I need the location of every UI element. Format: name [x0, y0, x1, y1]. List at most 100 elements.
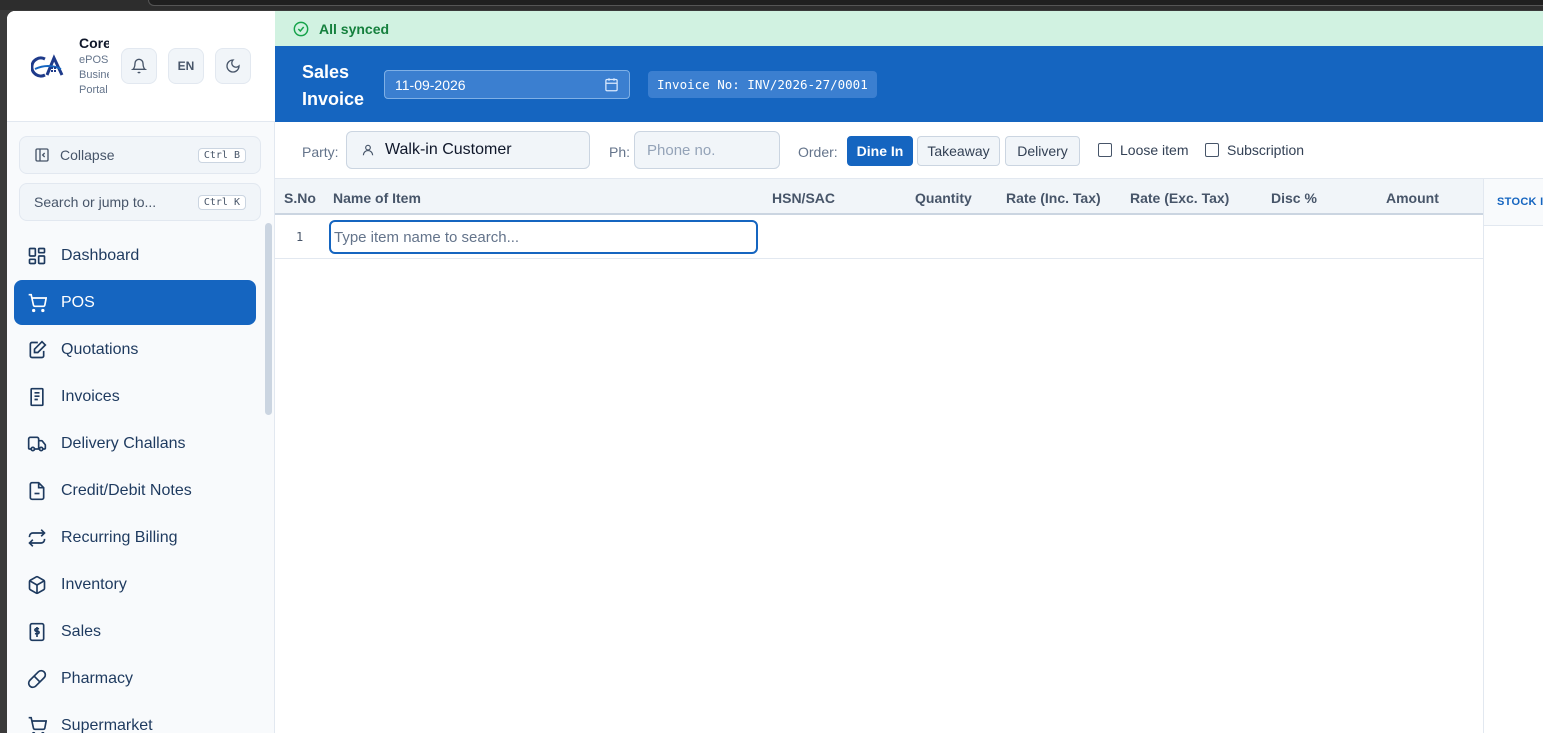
sidebar-item-supermarket[interactable]: Supermarket — [14, 703, 256, 733]
item-search-input[interactable] — [329, 220, 758, 254]
column-header: Quantity — [915, 190, 972, 206]
box-icon — [28, 575, 46, 594]
column-header: Name of Item — [333, 190, 421, 206]
collapse-sidebar-button[interactable]: Collapse Ctrl B — [19, 136, 261, 174]
row-serial: 1 — [296, 230, 304, 244]
order-delivery-button[interactable]: Delivery — [1005, 136, 1080, 166]
theme-toggle-button[interactable] — [215, 48, 251, 84]
browser-top-strip — [0, 0, 1543, 10]
order-label: Order: — [798, 144, 838, 160]
party-select[interactable]: Walk-in Customer — [346, 131, 590, 169]
column-header: Amount — [1386, 190, 1439, 206]
collapse-label: Collapse — [60, 147, 115, 163]
column-header: Rate (Exc. Tax) — [1130, 190, 1230, 206]
loose-item-label: Loose item — [1120, 142, 1189, 158]
sidebar-item-label: POS — [61, 293, 95, 311]
sync-status-text: All synced — [319, 20, 390, 37]
column-header: HSN/SAC — [772, 190, 836, 206]
user-icon — [362, 144, 374, 156]
subscription-label: Subscription — [1227, 142, 1305, 158]
column-header: Rate (Inc. Tax) — [1006, 190, 1101, 206]
cart-icon — [28, 293, 47, 312]
sidebar-item-sales[interactable]: Sales — [14, 609, 256, 654]
sidebar-item-dashboard[interactable]: Dashboard — [14, 233, 256, 278]
sidebar-item-invoices[interactable]: Invoices — [14, 374, 256, 419]
cart-icon — [28, 716, 47, 733]
sidebar-item-label: Supermarket — [61, 716, 153, 733]
browser-tab-edge — [148, 0, 1543, 6]
checkbox-box[interactable] — [1098, 143, 1112, 157]
checkbox-box[interactable] — [1205, 143, 1219, 157]
sidebar-item-quotations[interactable]: Quotations — [14, 327, 256, 372]
brand-sub-line: ePOS — [79, 54, 109, 66]
check-circle-icon — [293, 21, 309, 36]
sidebar-item-label: Invoices — [61, 387, 120, 405]
column-header: Disc % — [1271, 190, 1317, 206]
jump-search-button[interactable]: Search or jump to... Ctrl K — [19, 183, 261, 221]
sidebar-item-label: Pharmacy — [61, 669, 134, 687]
truck-icon — [27, 436, 47, 451]
sidebar-scrollbar[interactable] — [265, 223, 272, 415]
stock-items-tab[interactable]: STOCK ITEMS — [1484, 179, 1543, 226]
page-title: Sales Invoice — [302, 59, 364, 113]
main-content: All synced Sales Invoice 11-09-2026 Invo… — [275, 11, 1543, 733]
phone-input[interactable] — [634, 131, 780, 169]
sidebar-item-pharmacy[interactable]: Pharmacy — [14, 656, 256, 701]
invoice-date-field[interactable]: 11-09-2026 — [384, 70, 630, 99]
notifications-button[interactable] — [121, 48, 157, 84]
brand-subtitle: ePOS Business Portal — [79, 53, 109, 98]
order-takeaway-button[interactable]: Takeaway — [917, 136, 1000, 166]
invoice-date-value: 11-09-2026 — [395, 76, 466, 93]
language-button[interactable]: EN — [168, 48, 204, 84]
sidebar-item-pos[interactable]: POS — [14, 280, 256, 325]
sidebar-item-recurring-billing[interactable]: Recurring Billing — [14, 515, 256, 560]
app-window: Core ePOS Business Portal EN Collapse Ct… — [7, 11, 1543, 733]
sidebar-item-inventory[interactable]: Inventory — [14, 562, 256, 607]
party-label: Party: — [302, 144, 339, 160]
party-bar: Party: Walk-in Customer Ph: Order: Dine … — [275, 122, 1543, 179]
bell-icon — [131, 58, 147, 74]
sidebar-collapse-icon — [35, 148, 49, 162]
sidebar-item-label: Inventory — [61, 575, 127, 593]
search-label: Search or jump to... — [34, 194, 157, 210]
sidebar-item-credit-debit-notes[interactable]: Credit/Debit Notes — [14, 468, 256, 513]
shortcut-badge: Ctrl B — [197, 147, 246, 163]
sidebar-item-label: Quotations — [61, 340, 139, 358]
sidebar-item-label: Recurring Billing — [61, 528, 178, 546]
sidebar-item-label: Delivery Challans — [61, 434, 186, 452]
page-title-line: Sales — [302, 62, 350, 82]
items-table-header: S.No Name of Item HSN/SAC Quantity Rate … — [275, 179, 1483, 215]
phone-label: Ph: — [609, 144, 631, 160]
sidebar-item-label: Sales — [61, 622, 102, 640]
invoice-number-badge: Invoice No: INV/2026-27/0001 — [648, 71, 877, 98]
moon-icon — [226, 59, 240, 73]
dollar-icon — [29, 622, 45, 641]
calendar-icon[interactable] — [604, 77, 619, 92]
invoice-header: Sales Invoice 11-09-2026 Invoice No: INV… — [275, 46, 1543, 122]
sidebar: Core ePOS Business Portal EN Collapse Ct… — [7, 11, 275, 733]
repeat-icon — [28, 528, 46, 547]
pill-icon — [27, 669, 47, 688]
sidebar-item-label: Dashboard — [61, 246, 140, 264]
grid-icon — [28, 247, 46, 264]
order-dine-in-button[interactable]: Dine In — [847, 136, 913, 166]
brand-sub-line: Business — [79, 69, 109, 81]
note-icon — [29, 481, 45, 500]
loose-item-checkbox[interactable]: Loose item — [1098, 142, 1188, 158]
logo-icon — [31, 54, 64, 78]
brand-header: Core ePOS Business Portal EN — [7, 11, 275, 122]
table-row: 1 — [275, 216, 1483, 259]
sidebar-item-delivery-challans[interactable]: Delivery Challans — [14, 421, 256, 466]
page-title-line: Invoice — [302, 89, 365, 109]
column-header: S.No — [284, 190, 316, 206]
sync-status-bar: All synced — [275, 11, 1543, 46]
receipt-icon — [30, 387, 44, 406]
sidebar-item-label: Credit/Debit Notes — [61, 481, 192, 499]
subscription-checkbox[interactable]: Subscription — [1205, 142, 1304, 158]
edit-document-icon — [29, 339, 47, 358]
sidebar-nav: Dashboard POS Quotations Invoices Delive… — [14, 233, 256, 733]
party-value: Walk-in Customer — [385, 141, 512, 158]
brand-sub-line: Portal — [79, 84, 108, 96]
stock-items-panel: STOCK ITEMS — [1483, 179, 1543, 733]
shortcut-badge: Ctrl K — [197, 194, 246, 210]
